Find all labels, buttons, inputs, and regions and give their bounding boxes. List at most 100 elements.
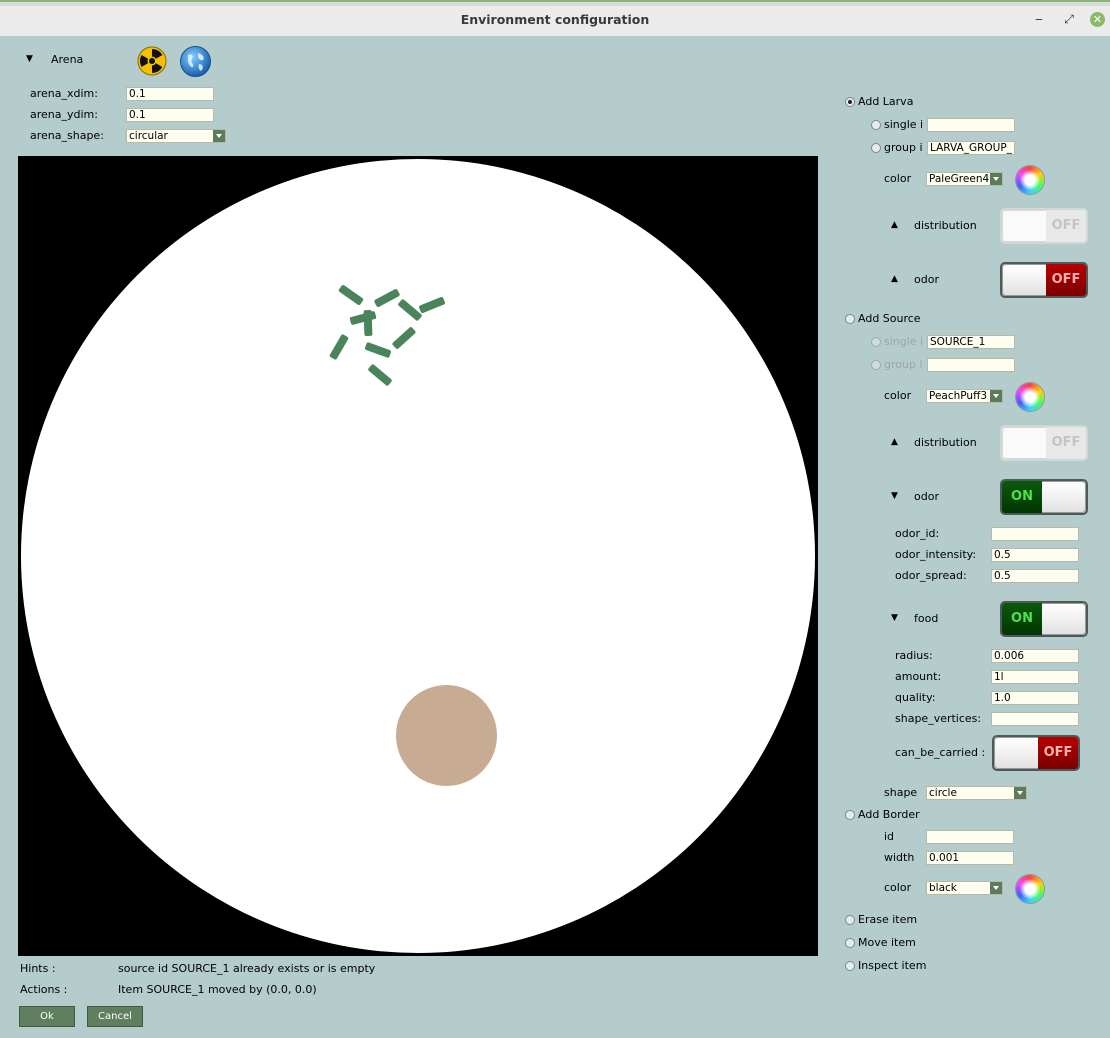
larva-group-input[interactable]: LARVA_GROUP_ xyxy=(927,141,1015,155)
arena-ydim-input[interactable]: 0.1 xyxy=(126,108,214,122)
radius-label: radius: xyxy=(895,649,933,662)
chevron-down-icon xyxy=(213,130,225,142)
source-distribution-label: distribution xyxy=(914,436,977,449)
shape-vertices-input[interactable] xyxy=(991,712,1079,726)
amount-label: amount: xyxy=(895,670,942,683)
expand-arrow-icon[interactable]: ▲ xyxy=(891,437,898,447)
odor-spread-input[interactable]: 0.5 xyxy=(991,569,1079,583)
radiation-icon[interactable] xyxy=(137,46,167,76)
larva-single-radio[interactable] xyxy=(871,120,881,130)
larva-odor-label: odor xyxy=(914,273,939,286)
inspect-item-radio[interactable] xyxy=(845,961,855,971)
color-wheel-icon[interactable] xyxy=(1016,166,1044,194)
larva-color-select[interactable]: PaleGreen4 xyxy=(926,172,1003,186)
chevron-down-icon xyxy=(990,390,1002,402)
source-distribution-toggle[interactable]: OFF xyxy=(1000,425,1088,461)
toggle-state: OFF xyxy=(1046,210,1086,242)
arena-xdim-input[interactable]: 0.1 xyxy=(126,87,214,101)
source-color-value: PeachPuff3 xyxy=(929,390,987,402)
toggle-knob xyxy=(994,737,1042,769)
border-id-label: id xyxy=(884,830,895,843)
source-odor-toggle[interactable]: ON xyxy=(1000,479,1088,515)
source-single-label: single i xyxy=(884,335,924,348)
border-width-label: width xyxy=(884,851,915,864)
shape-vertices-label: shape_vertices: xyxy=(895,712,982,725)
larva[interactable] xyxy=(363,309,373,337)
inspect-item-label: Inspect item xyxy=(858,959,927,972)
border-width-input[interactable]: 0.001 xyxy=(926,851,1014,865)
odor-spread-label: odor_spread: xyxy=(895,569,967,582)
source-group-radio[interactable] xyxy=(871,360,881,370)
source-color-select[interactable]: PeachPuff3 xyxy=(926,389,1003,403)
collapse-arrow-icon[interactable]: ▼ xyxy=(26,54,33,64)
larva-distribution-toggle[interactable]: OFF xyxy=(1000,208,1088,244)
source-single-input[interactable]: SOURCE_1 xyxy=(927,335,1015,349)
border-id-input[interactable] xyxy=(926,830,1014,844)
radius-input[interactable]: 0.006 xyxy=(991,649,1079,663)
source-single-radio[interactable] xyxy=(871,337,881,347)
toggle-knob xyxy=(1038,481,1086,513)
add-source-label: Add Source xyxy=(858,312,921,325)
expand-arrow-icon[interactable]: ▲ xyxy=(891,274,898,284)
can-be-carried-label: can_be_carried : xyxy=(895,746,986,759)
food-toggle[interactable]: ON xyxy=(1000,601,1088,637)
amount-input[interactable]: 1l xyxy=(991,670,1079,684)
larva-single-input[interactable] xyxy=(927,118,1015,132)
chevron-down-icon xyxy=(1014,787,1026,799)
can-be-carried-toggle[interactable]: OFF xyxy=(992,735,1080,771)
minimize-button[interactable]: ‒ xyxy=(1031,11,1047,27)
add-border-label: Add Border xyxy=(858,808,920,821)
larva-group-radio[interactable] xyxy=(871,143,881,153)
hints-label: Hints : xyxy=(20,962,56,975)
color-wheel-icon[interactable] xyxy=(1016,875,1044,903)
arena-shape-value: circular xyxy=(129,130,168,142)
border-color-value: black xyxy=(929,882,957,894)
toggle-state: OFF xyxy=(1038,737,1078,769)
source-group-input[interactable] xyxy=(927,358,1015,372)
ok-button[interactable]: Ok xyxy=(19,1006,75,1027)
larva-odor-toggle[interactable]: OFF xyxy=(1000,262,1088,298)
color-wheel-icon[interactable] xyxy=(1016,383,1044,411)
restore-button[interactable]: ⤢ xyxy=(1061,11,1077,27)
toggle-state: OFF xyxy=(1046,264,1086,296)
window-title: Environment configuration xyxy=(460,12,650,27)
collapse-arrow-icon[interactable]: ▼ xyxy=(891,613,898,623)
erase-item-radio[interactable] xyxy=(845,915,855,925)
arena-xdim-label: arena_xdim: xyxy=(30,87,98,100)
collapse-arrow-icon[interactable]: ▼ xyxy=(891,491,898,501)
toggle-knob xyxy=(1002,210,1050,242)
source-shape-select[interactable]: circle xyxy=(926,786,1027,800)
move-item-label: Move item xyxy=(858,936,916,949)
move-item-radio[interactable] xyxy=(845,938,855,948)
chevron-down-icon xyxy=(990,173,1002,185)
larva-distribution-label: distribution xyxy=(914,219,977,232)
toggle-knob xyxy=(1002,264,1050,296)
add-border-radio[interactable] xyxy=(845,810,855,820)
border-color-select[interactable]: black xyxy=(926,881,1003,895)
actions-label: Actions : xyxy=(20,983,68,996)
arena-shape-select[interactable]: circular xyxy=(126,129,226,143)
expand-arrow-icon[interactable]: ▲ xyxy=(891,220,898,230)
odor-intensity-input[interactable]: 0.5 xyxy=(991,548,1079,562)
arena-disk xyxy=(21,159,815,953)
quality-input[interactable]: 1.0 xyxy=(991,691,1079,705)
odor-id-input[interactable] xyxy=(991,527,1079,541)
title-bar: Environment configuration ‒ ⤢ ✕ xyxy=(0,0,1110,36)
add-source-radio[interactable] xyxy=(845,314,855,324)
border-color-label: color xyxy=(884,881,912,894)
add-larva-radio[interactable] xyxy=(845,97,855,107)
larva-single-label: single i xyxy=(884,118,924,131)
toggle-knob xyxy=(1002,427,1050,459)
source-color-label: color xyxy=(884,389,912,402)
chevron-down-icon xyxy=(990,882,1002,894)
larva-color-label: color xyxy=(884,172,912,185)
odor-id-label: odor_id: xyxy=(895,527,940,540)
cancel-button[interactable]: Cancel xyxy=(87,1006,143,1027)
food-source[interactable] xyxy=(396,685,497,786)
close-button[interactable]: ✕ xyxy=(1090,12,1105,27)
source-shape-label: shape xyxy=(884,786,918,799)
globe-icon[interactable] xyxy=(180,46,211,77)
arena-canvas[interactable] xyxy=(18,156,818,956)
toggle-state: OFF xyxy=(1046,427,1086,459)
add-larva-label: Add Larva xyxy=(858,95,914,108)
